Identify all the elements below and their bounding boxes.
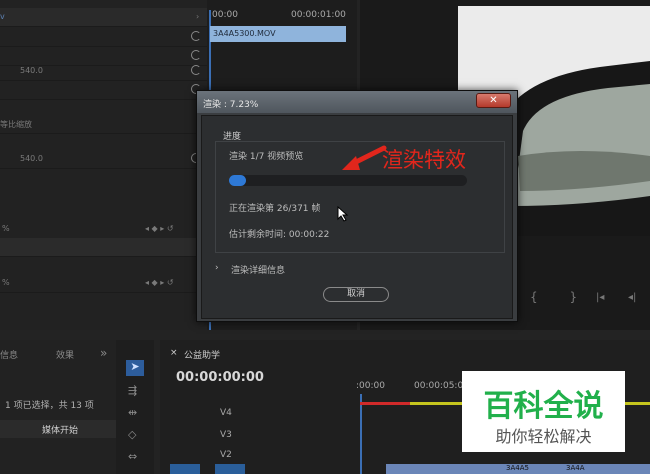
effect-row[interactable]: v ›: [0, 8, 207, 27]
more-panels-icon[interactable]: »: [100, 346, 107, 360]
track-target[interactable]: [215, 464, 245, 474]
dialog-title: 渲染 : 7.23%: [203, 100, 259, 110]
watermark-subtitle: 助你轻松解决: [495, 427, 592, 446]
track-v4[interactable]: V4: [220, 408, 232, 418]
selection-tool-icon[interactable]: ➤: [126, 360, 144, 376]
task-label: 渲染 1/7 视频预览: [229, 152, 304, 162]
media-start-column[interactable]: 媒体开始: [42, 423, 78, 436]
timeline-playhead[interactable]: [360, 394, 362, 474]
selection-status: 1 项已选择，共 13 项: [5, 401, 94, 411]
project-panel: 信息 效果 » 1 项已选择，共 13 项 媒体开始: [0, 340, 116, 474]
effect-row[interactable]: 540.0: [0, 62, 207, 81]
tab-effects[interactable]: 效果: [56, 348, 74, 361]
ruler-mid: 00:00:05:00: [414, 381, 469, 391]
effect-value[interactable]: 540.0: [20, 66, 43, 75]
clip-label: 3A4A: [566, 464, 585, 472]
track-target[interactable]: [170, 464, 200, 474]
clip-label: 3A4A5: [506, 464, 529, 472]
ripple-edit-icon[interactable]: ⇹: [128, 406, 137, 419]
clip-strip[interactable]: 3A4A5 3A4A: [386, 464, 650, 474]
reset-icon[interactable]: [191, 50, 201, 60]
monitor-controls[interactable]: { }: [530, 290, 591, 304]
uniform-scale-label: 等比缩放: [0, 120, 32, 129]
reset-icon[interactable]: [191, 65, 201, 75]
tab-info[interactable]: 信息: [0, 348, 18, 361]
close-icon: ✕: [489, 95, 498, 106]
watermark: 百科全说 助你轻松解决: [462, 371, 625, 452]
remaining-time: 估计剩余时间: 00:00:22: [229, 230, 330, 240]
column-header[interactable]: 媒体开始: [0, 420, 116, 438]
effect-row[interactable]: % ◂ ◆ ▸ ↺: [0, 220, 207, 239]
frame-status: 正在渲染第 26/371 帧: [229, 204, 321, 214]
close-sequence-icon[interactable]: ×: [170, 348, 178, 358]
effect-row[interactable]: % ◂ ◆ ▸ ↺: [0, 274, 207, 293]
effect-row[interactable]: [0, 81, 207, 100]
watermark-title: 百科全说: [483, 389, 604, 424]
keyframe-nav-icon[interactable]: ◂ ◆ ▸ ↺: [145, 278, 174, 287]
render-dialog: 渲染 : 7.23% ✕ 进度 渲染 1/7 视频预览 正在渲染第 26/371…: [196, 90, 518, 322]
close-button[interactable]: ✕: [476, 93, 511, 108]
sequence-tab[interactable]: 公益助学: [184, 348, 220, 361]
time-end: 00:00:01:00: [291, 10, 346, 20]
clip-bar[interactable]: 3A4A5300.MOV: [210, 26, 346, 42]
percent-label: %: [2, 278, 10, 287]
details-toggle-icon[interactable]: ›: [215, 263, 219, 273]
track-select-icon[interactable]: ⇶: [128, 384, 137, 397]
effect-row[interactable]: [0, 238, 207, 257]
effect-value[interactable]: 540.0: [20, 154, 43, 163]
track-v2[interactable]: V2: [220, 450, 232, 460]
tools-panel: ➤ ⇶ ⇹ ◇ ⇔: [116, 340, 154, 474]
effect-row[interactable]: 540.0: [0, 150, 207, 169]
details-label[interactable]: 渲染详细信息: [231, 263, 285, 276]
mouse-cursor-icon: [337, 206, 349, 222]
reset-icon[interactable]: [191, 31, 201, 41]
annotation-text: 渲染特效: [382, 148, 466, 172]
timeline-timecode[interactable]: 00:00:00:00: [176, 370, 264, 385]
slip-icon[interactable]: ⇔: [128, 450, 137, 463]
render-bar-red: [360, 402, 410, 405]
time-start: 00:00: [212, 10, 238, 20]
keyframe-nav-icon[interactable]: ◂ ◆ ▸ ↺: [145, 224, 174, 233]
razor-icon[interactable]: ◇: [128, 428, 136, 441]
dialog-titlebar[interactable]: 渲染 : 7.23% ✕: [197, 91, 517, 113]
step-back-icon[interactable]: |◂: [596, 292, 604, 303]
cancel-button[interactable]: 取消: [323, 287, 389, 302]
track-v3[interactable]: V3: [220, 430, 232, 440]
percent-label: %: [2, 224, 10, 233]
effect-controls-panel: v › 540.0 等比缩放 540.0 % ◂ ◆ ▸ ↺ % ◂ ◆ ▸ ↺: [0, 0, 207, 330]
step-back-frame-icon[interactable]: ◂|: [628, 292, 636, 303]
effect-row[interactable]: [0, 28, 207, 47]
effect-row[interactable]: 等比缩放: [0, 115, 207, 134]
progress-fill: [229, 175, 246, 186]
ruler-start: :00:00: [356, 381, 385, 391]
